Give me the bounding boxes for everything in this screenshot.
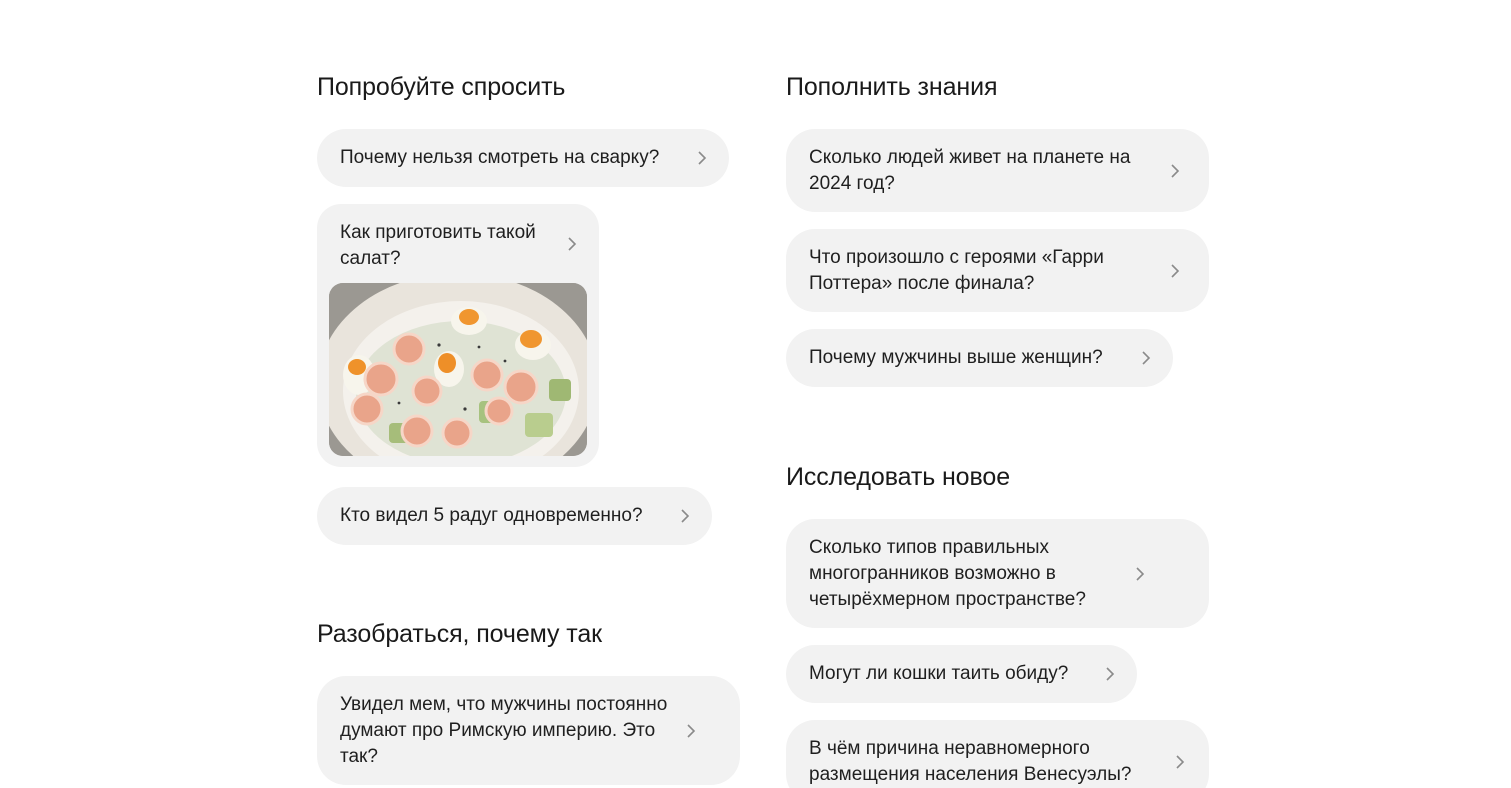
question-label: Кто видел 5 радуг одновременно? bbox=[340, 505, 643, 526]
question-chip-cats[interactable]: Могут ли кошки таить обиду? bbox=[786, 645, 1137, 703]
question-chip-rome[interactable]: Увидел мем, что мужчины постоянно думают… bbox=[317, 676, 740, 785]
question-chip-salad[interactable]: Как приготовить такой салат? bbox=[317, 204, 599, 467]
question-chip-welding[interactable]: Почему нельзя смотреть на сварку? bbox=[317, 129, 729, 187]
question-label: Как приготовить такой салат? bbox=[340, 222, 536, 269]
chevron-right-icon bbox=[1175, 754, 1185, 769]
chevron-right-icon bbox=[567, 233, 577, 259]
question-chip-venezuela[interactable]: В чём причина неравномерного размещения … bbox=[786, 720, 1209, 788]
chevron-right-icon bbox=[680, 509, 690, 523]
question-chip-rainbows[interactable]: Кто видел 5 радуг одновременно? bbox=[317, 487, 712, 545]
question-label: Почему нельзя смотреть на сварку? bbox=[340, 147, 660, 168]
chevron-right-icon bbox=[1170, 163, 1180, 178]
question-label: Увидел мем, что мужчины постоянно думают… bbox=[340, 693, 668, 767]
question-label: Могут ли кошки таить обиду? bbox=[809, 663, 1069, 684]
page: Попробуйте спросить Почему нельзя смотре… bbox=[0, 0, 1511, 788]
section-title-try-asking: Попробуйте спросить bbox=[317, 73, 566, 101]
section-title-explore: Исследовать новое bbox=[786, 463, 1010, 491]
chevron-right-icon bbox=[697, 151, 707, 165]
salad-photo bbox=[329, 283, 587, 456]
question-label: Почему мужчины выше женщин? bbox=[809, 347, 1103, 368]
question-label: Что произошло с героями «Гарри Поттера» … bbox=[809, 246, 1104, 294]
chevron-right-icon bbox=[686, 723, 696, 738]
question-chip-height[interactable]: Почему мужчины выше женщин? bbox=[786, 329, 1173, 387]
chevron-right-icon bbox=[1105, 667, 1115, 681]
question-chip-population[interactable]: Сколько людей живет на планете на 2024 г… bbox=[786, 129, 1209, 212]
chevron-right-icon bbox=[1141, 351, 1151, 365]
section-title-knowledge: Пополнить знания bbox=[786, 73, 998, 101]
question-chip-harry-potter[interactable]: Что произошло с героями «Гарри Поттера» … bbox=[786, 229, 1209, 312]
question-label: В чём причина неравномерного размещения … bbox=[809, 737, 1132, 785]
question-label: Сколько людей живет на планете на 2024 г… bbox=[809, 146, 1131, 194]
section-title-why: Разобраться, почему так bbox=[317, 620, 602, 648]
right-column: Пополнить знания Сколько людей живет на … bbox=[786, 72, 1256, 788]
chevron-right-icon bbox=[1170, 263, 1180, 278]
left-column: Попробуйте спросить Почему нельзя смотре… bbox=[317, 72, 787, 788]
chevron-right-icon bbox=[1135, 566, 1145, 581]
question-label: Сколько типов правильных многогранников … bbox=[809, 536, 1086, 610]
question-chip-polytopes[interactable]: Сколько типов правильных многогранников … bbox=[786, 519, 1209, 628]
